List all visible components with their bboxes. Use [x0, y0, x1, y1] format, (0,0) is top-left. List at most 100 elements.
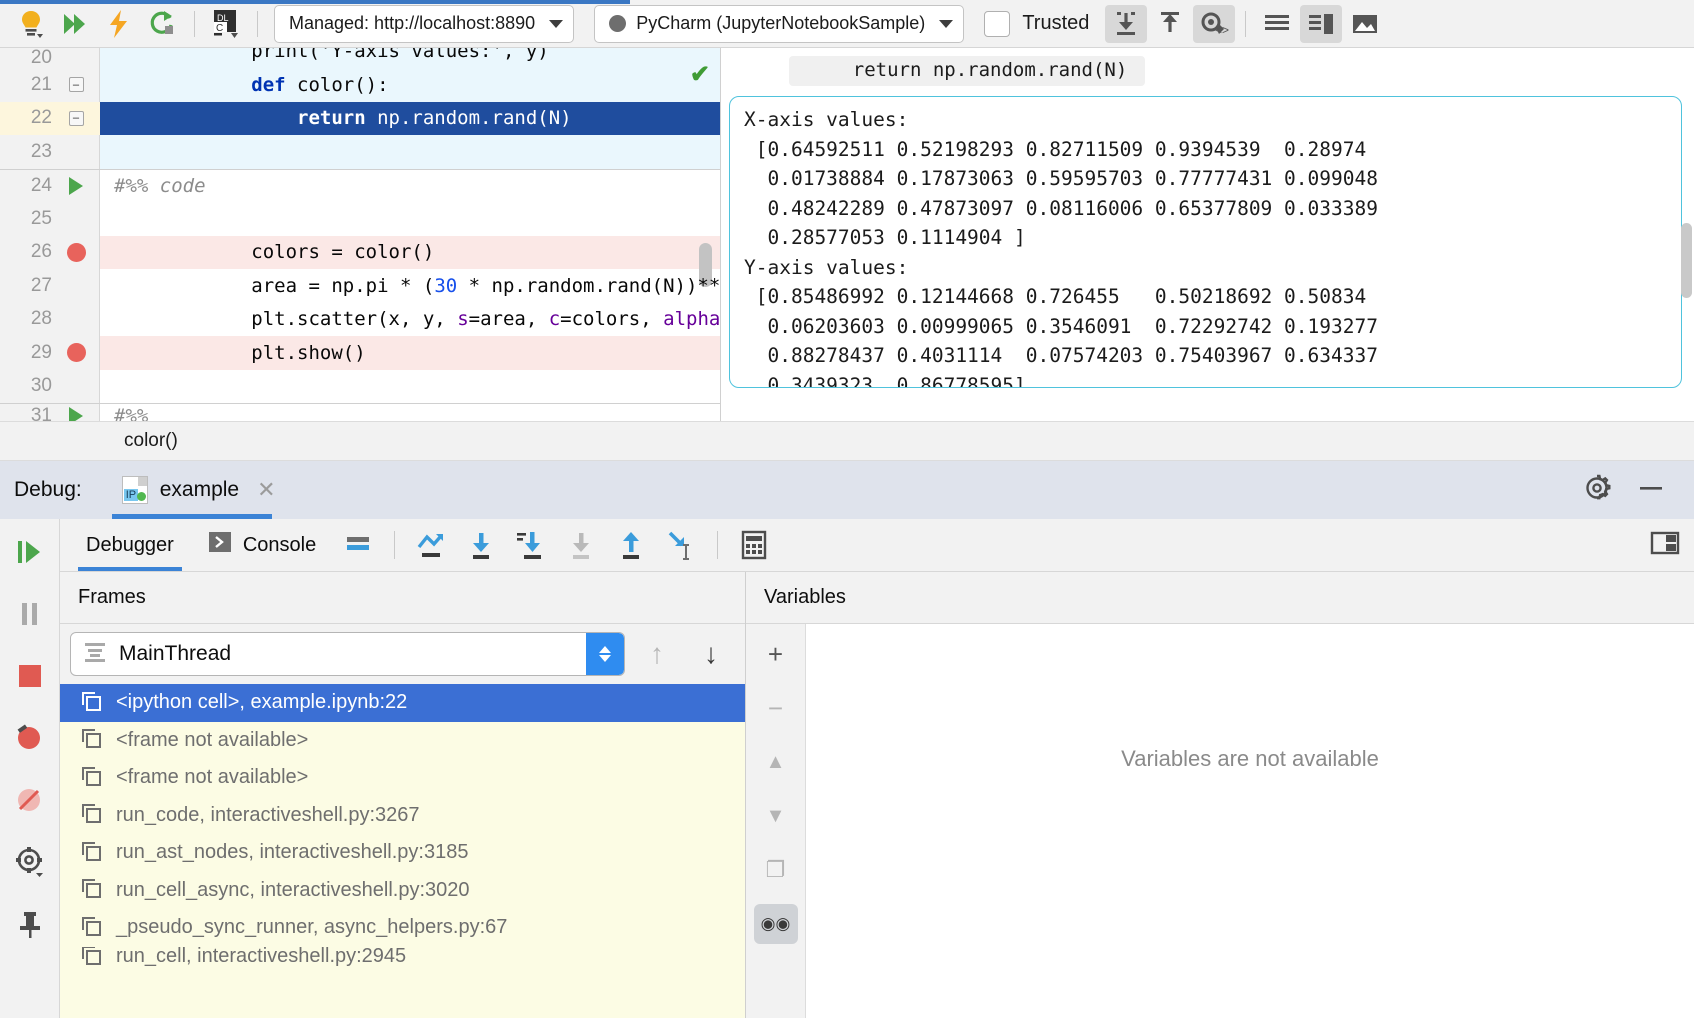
tab-console-label: Console	[243, 534, 316, 557]
trusted-label: Trusted	[1022, 12, 1089, 35]
output-source-chip: return np.random.rand(N)	[789, 56, 1145, 86]
image-view-icon[interactable]	[1344, 5, 1386, 43]
run-cell-icon[interactable]	[52, 177, 100, 195]
restart-kernel-icon[interactable]	[142, 5, 184, 43]
breakpoint-marker[interactable]	[52, 243, 100, 262]
variables-empty-message: Variables are not available	[806, 624, 1694, 1018]
stop-program-icon[interactable]	[9, 655, 51, 697]
trusted-checkbox[interactable]	[984, 11, 1010, 37]
thread-select[interactable]: MainThread	[70, 632, 625, 676]
lightbulb-icon[interactable]	[10, 5, 52, 43]
run-cell-icon[interactable]	[52, 407, 100, 422]
server-combo[interactable]: Managed: http://localhost:8890	[274, 5, 574, 43]
thread-stepper[interactable]	[586, 633, 624, 675]
dl-icon[interactable]: DL C	[205, 5, 247, 43]
minimize-icon[interactable]	[1636, 473, 1666, 508]
debug-tool-window-body: Debugger Console	[0, 519, 1694, 1018]
frame-icon	[82, 767, 104, 789]
close-icon[interactable]: ✕	[257, 477, 275, 503]
expand-all-output-icon[interactable]	[1149, 5, 1191, 43]
frame-list-item[interactable]: <frame not available>	[60, 722, 745, 760]
thread-selector-row: MainThread ↑ ↓	[60, 624, 745, 684]
toolbar-divider	[394, 531, 395, 559]
move-watch-up-icon[interactable]: ▲	[754, 742, 798, 782]
code-editor[interactable]: 20 print('Y-axis values:', y) 21 − def c…	[0, 48, 721, 421]
lightning-icon[interactable]	[98, 5, 140, 43]
frame-list-item[interactable]: <frame not available>	[60, 759, 745, 797]
code-line-executing: 22 − return np.random.rand(N)	[0, 102, 720, 136]
play-triangle-icon[interactable]	[69, 177, 83, 195]
up-arrow-glyph: ↑	[650, 638, 664, 670]
fold-marker[interactable]: −	[52, 77, 100, 92]
copy-value-icon[interactable]: ❐	[754, 850, 798, 890]
debug-session-tab[interactable]: IP example ✕	[112, 461, 286, 519]
debug-session-name: example	[160, 478, 239, 502]
inspections-ok-icon[interactable]: ✔	[690, 60, 710, 89]
trusted-control[interactable]: Trusted	[984, 11, 1089, 37]
frames-list[interactable]: <ipython cell>, example.ipynb:22 <frame …	[60, 684, 745, 1018]
svg-text:C: C	[216, 23, 223, 34]
run-all-icon[interactable]	[54, 5, 96, 43]
collapse-all-output-icon[interactable]	[1105, 5, 1147, 43]
frame-label: _pseudo_sync_runner, async_helpers.py:67	[116, 916, 507, 939]
settings-rail-icon[interactable]	[9, 841, 51, 883]
inspect-code-icon[interactable]: <>	[1193, 5, 1235, 43]
view-breakpoints-icon[interactable]	[9, 717, 51, 759]
mute-breakpoints-icon[interactable]	[334, 523, 382, 567]
remove-watch-icon[interactable]: −	[754, 688, 798, 728]
thread-name: MainThread	[119, 642, 231, 666]
frame-list-item[interactable]: run_cell_async, interactiveshell.py:3020	[60, 872, 745, 910]
frame-list-item[interactable]: run_ast_nodes, interactiveshell.py:3185	[60, 834, 745, 872]
layout-settings-icon[interactable]	[1650, 530, 1680, 561]
variables-body: + − ▲ ▼ ❐ ◉◉ Variables are not available	[746, 624, 1694, 1018]
step-into-icon[interactable]	[507, 523, 555, 567]
remove-watch-glyph: −	[768, 693, 783, 724]
resume-program-icon[interactable]	[9, 531, 51, 573]
add-watch-icon[interactable]: +	[754, 634, 798, 674]
evaluate-expression-icon[interactable]	[730, 523, 778, 567]
frames-up-icon[interactable]: ↑	[635, 632, 679, 676]
collapse-end-icon[interactable]: −	[69, 111, 84, 126]
frames-down-icon[interactable]: ↓	[689, 632, 733, 676]
mute-breakpoints-rail-icon[interactable]	[9, 779, 51, 821]
output-scrollbar[interactable]	[1681, 223, 1692, 298]
step-over-icon[interactable]	[457, 523, 505, 567]
interpreter-combo[interactable]: PyCharm (JupyterNotebookSample)	[594, 5, 964, 43]
step-out-icon[interactable]	[607, 523, 655, 567]
output-line: X-axis values:	[744, 105, 1667, 135]
list-view-icon[interactable]	[1256, 5, 1298, 43]
frame-list-item[interactable]: run_cell, interactiveshell.py:2945	[60, 947, 745, 967]
breakpoint-icon[interactable]	[67, 243, 86, 262]
output-line: 0.28577053 0.1114904 ]	[744, 223, 1667, 253]
breakpoint-marker[interactable]	[52, 343, 100, 362]
toolbar-divider-2	[257, 11, 258, 37]
run-to-cursor-icon[interactable]	[657, 523, 705, 567]
output-line: Y-axis values:	[744, 253, 1667, 283]
breadcrumb[interactable]: color()	[0, 421, 1694, 461]
force-step-into-icon[interactable]	[557, 523, 605, 567]
frame-label: run_code, interactiveshell.py:3267	[116, 804, 420, 827]
pause-program-icon[interactable]	[9, 593, 51, 635]
inspect-icon[interactable]: ◉◉	[754, 904, 798, 944]
pin-rail-icon[interactable]	[9, 903, 51, 945]
tab-console[interactable]: Console	[192, 519, 332, 571]
play-triangle-icon[interactable]	[69, 407, 83, 422]
frame-list-item[interactable]: run_code, interactiveshell.py:3267	[60, 797, 745, 835]
fold-marker-end[interactable]: −	[52, 111, 100, 126]
line-number: 25	[0, 208, 52, 230]
breakpoint-icon[interactable]	[67, 343, 86, 362]
split-view-icon[interactable]	[1300, 5, 1342, 43]
collapse-icon[interactable]: −	[69, 77, 84, 92]
gear-icon[interactable]	[1582, 473, 1612, 508]
tab-debugger[interactable]: Debugger	[70, 519, 190, 571]
toolbar-divider-3	[1245, 11, 1246, 37]
show-execution-point-icon[interactable]	[407, 523, 455, 567]
toolbar-divider	[194, 11, 195, 37]
frame-icon	[82, 692, 104, 714]
frame-list-item[interactable]: <ipython cell>, example.ipynb:22	[60, 684, 745, 722]
move-up-glyph: ▲	[766, 751, 786, 774]
move-watch-down-icon[interactable]: ▼	[754, 796, 798, 836]
svg-text:DL: DL	[217, 13, 229, 23]
watches-toolbar: + − ▲ ▼ ❐ ◉◉	[746, 624, 806, 1018]
frame-list-item[interactable]: _pseudo_sync_runner, async_helpers.py:67	[60, 909, 745, 947]
